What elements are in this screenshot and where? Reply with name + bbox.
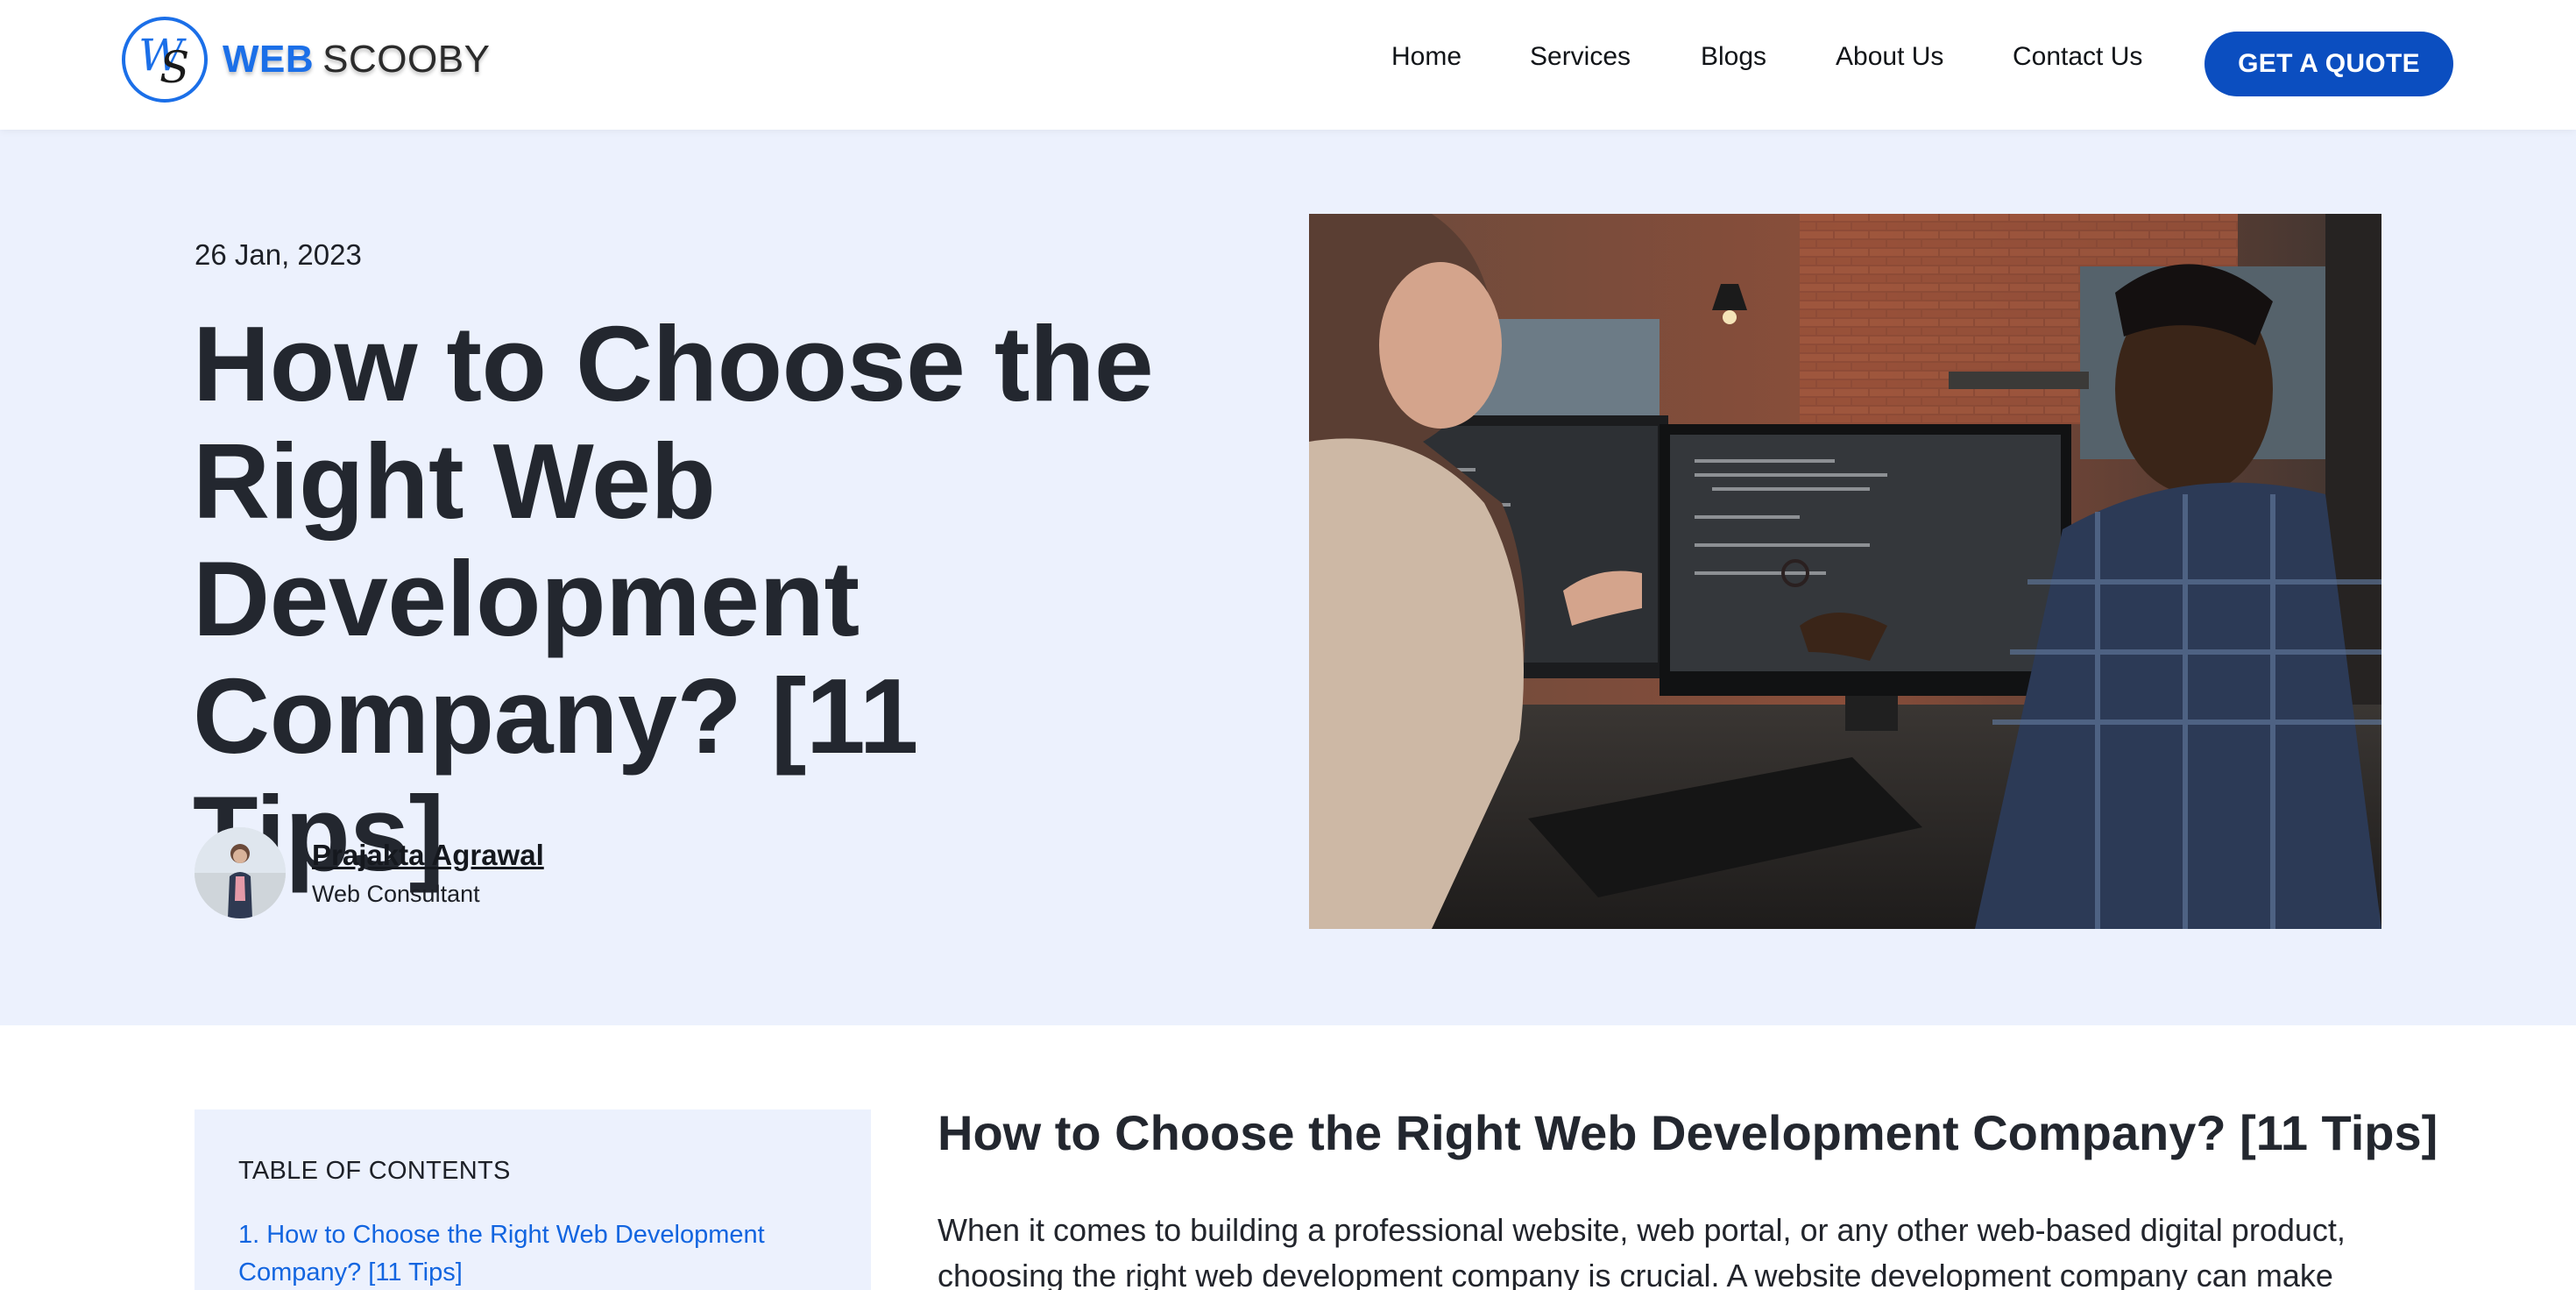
nav-home[interactable]: Home xyxy=(1391,42,1461,72)
logo-word-web: WEB xyxy=(223,38,315,81)
page-title: How to Choose the Right Web Development … xyxy=(193,304,1154,893)
get-a-quote-button[interactable]: GET A QUOTE xyxy=(2204,32,2453,96)
article-heading: How to Choose the Right Web Development … xyxy=(938,1105,2438,1160)
hero-section: 26 Jan, 2023 How to Choose the Right Web… xyxy=(0,130,2576,1025)
table-of-contents: TABLE OF CONTENTS 1. How to Choose the R… xyxy=(195,1109,871,1290)
nav-blogs[interactable]: Blogs xyxy=(1701,42,1766,72)
author-name-link[interactable]: Prajakta Agrawal xyxy=(312,839,544,872)
author-photo-icon xyxy=(195,827,286,918)
author-info: Prajakta Agrawal Web Consultant xyxy=(312,839,544,908)
nav-about-us[interactable]: About Us xyxy=(1836,42,1943,72)
article-intro: When it comes to building a professional… xyxy=(938,1212,2346,1290)
toc-item[interactable]: 1. How to Choose the Right Web Developme… xyxy=(238,1216,799,1290)
author-block: Prajakta Agrawal Web Consultant xyxy=(195,827,544,918)
logo-wordmark: WEB SCOOBY xyxy=(223,38,490,82)
nav-services[interactable]: Services xyxy=(1530,42,1631,72)
toc-heading: TABLE OF CONTENTS xyxy=(238,1157,511,1185)
svg-text:S: S xyxy=(159,42,189,93)
site-header: W S WEB SCOOBY Home Services Blogs About … xyxy=(0,0,2576,130)
developers-photo-icon xyxy=(1309,214,2381,929)
post-date: 26 Jan, 2023 xyxy=(195,238,362,271)
site-logo[interactable]: W S WEB SCOOBY xyxy=(121,16,490,103)
hero-image xyxy=(1309,214,2381,929)
logo-mark-icon: W S xyxy=(122,17,208,103)
logo-word-scooby: SCOOBY xyxy=(322,38,491,81)
nav-contact-us[interactable]: Contact Us xyxy=(2013,42,2142,72)
author-avatar xyxy=(195,827,286,918)
author-role: Web Consultant xyxy=(312,880,480,907)
